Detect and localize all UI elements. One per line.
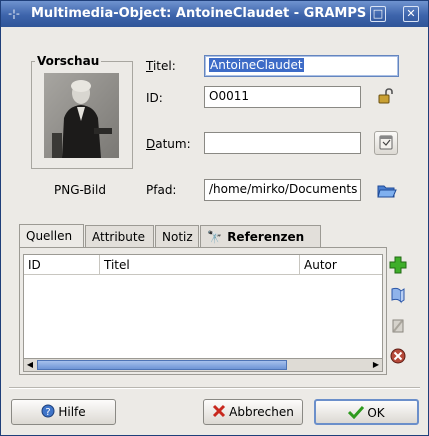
ok-button[interactable]: OK	[314, 399, 419, 425]
help-icon: ?	[41, 404, 55, 421]
share-existing-icon[interactable]	[389, 286, 407, 304]
tab-referenzen-label: Referenzen	[227, 230, 305, 244]
id-label: ID:	[146, 91, 163, 105]
ok-button-label: OK	[367, 406, 385, 420]
scroll-right-icon[interactable]: ▶	[370, 359, 382, 371]
id-input[interactable]: O0011	[204, 86, 361, 108]
scroll-left-icon[interactable]: ◀	[24, 359, 36, 371]
lock-icon[interactable]	[377, 88, 395, 104]
help-button[interactable]: ? Hilfe	[11, 399, 116, 425]
tab-referenzen[interactable]: 🔭 Referenzen	[200, 225, 321, 248]
close-button[interactable]: ✕	[403, 6, 419, 22]
cancel-button-label: Abbrechen	[229, 405, 294, 419]
preview-legend: Vorschau	[35, 54, 102, 68]
title-input[interactable]: AntoineClaudet	[204, 55, 399, 77]
button-separator	[9, 387, 420, 389]
tab-attribute[interactable]: Attribute	[85, 225, 154, 248]
path-input[interactable]: /home/mirko/Documents	[204, 179, 361, 201]
cancel-button[interactable]: Abbrechen	[203, 399, 303, 425]
minimize-button[interactable]: □	[370, 6, 386, 22]
preview-image[interactable]	[44, 73, 119, 158]
title-label: Titel:	[146, 59, 176, 73]
scrollbar-thumb[interactable]	[37, 360, 287, 370]
calendar-icon	[379, 135, 393, 150]
date-editor-button[interactable]	[374, 131, 398, 155]
horizontal-scrollbar[interactable]: ◀ ▶	[23, 358, 383, 372]
path-label: Pfad:	[146, 183, 177, 197]
column-header-autor[interactable]: Autor	[300, 255, 382, 275]
dialog-window: -¦- Multimedia-Object: AntoineClaudet - …	[0, 0, 429, 436]
checkmark-icon	[348, 405, 365, 422]
cancel-x-icon	[212, 404, 226, 421]
svg-text:?: ?	[46, 407, 51, 418]
date-input[interactable]	[204, 132, 361, 154]
edit-icon[interactable]	[389, 317, 407, 335]
window-title: Multimedia-Object: AntoineClaudet - GRAM…	[31, 6, 367, 21]
column-header-id[interactable]: ID	[24, 255, 100, 275]
open-folder-icon[interactable]	[377, 181, 397, 199]
window-menu-icon[interactable]: -¦-	[7, 7, 21, 21]
tab-quellen[interactable]: Quellen	[19, 224, 84, 248]
help-button-label: Hilfe	[58, 405, 86, 419]
references-icon: 🔭	[207, 230, 222, 244]
tab-notiz[interactable]: Notiz	[155, 225, 199, 248]
sources-table[interactable]: ID Titel Autor	[23, 254, 383, 359]
mime-type-label: PNG-Bild	[54, 183, 106, 197]
remove-icon[interactable]	[389, 347, 407, 365]
portrait-photo-icon	[44, 73, 119, 158]
column-header-titel[interactable]: Titel	[100, 255, 300, 275]
title-bar[interactable]: -¦- Multimedia-Object: AntoineClaudet - …	[1, 1, 428, 27]
add-icon[interactable]	[389, 256, 407, 274]
date-label: Datum:	[146, 137, 191, 151]
